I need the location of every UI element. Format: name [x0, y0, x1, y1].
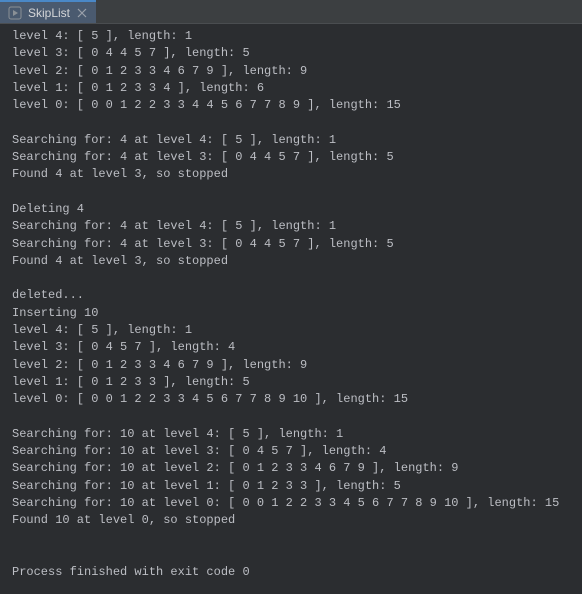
console-line	[12, 114, 570, 131]
run-config-icon	[8, 6, 22, 20]
console-line: Searching for: 10 at level 0: [ 0 0 1 2 …	[12, 495, 570, 512]
console-line: Searching for: 10 at level 2: [ 0 1 2 3 …	[12, 460, 570, 477]
console-line: level 2: [ 0 1 2 3 3 4 6 7 9 ], length: …	[12, 357, 570, 374]
console-line: level 4: [ 5 ], length: 1	[12, 322, 570, 339]
console-line: Inserting 10	[12, 305, 570, 322]
console-line: level 3: [ 0 4 5 7 ], length: 4	[12, 339, 570, 356]
console-line: Searching for: 10 at level 1: [ 0 1 2 3 …	[12, 478, 570, 495]
console-line: Found 4 at level 3, so stopped	[12, 253, 570, 270]
console-line: level 0: [ 0 0 1 2 2 3 3 4 5 6 7 7 8 9 1…	[12, 391, 570, 408]
console-line	[12, 184, 570, 201]
console-line: Searching for: 4 at level 4: [ 5 ], leng…	[12, 132, 570, 149]
console-line	[12, 409, 570, 426]
console-line: Found 10 at level 0, so stopped	[12, 512, 570, 529]
console-line: level 3: [ 0 4 4 5 7 ], length: 5	[12, 45, 570, 62]
tab-bar: SkipList	[0, 0, 582, 24]
console-line: Process finished with exit code 0	[12, 564, 570, 581]
console-line: level 1: [ 0 1 2 3 3 ], length: 5	[12, 374, 570, 391]
console-line: level 1: [ 0 1 2 3 3 4 ], length: 6	[12, 80, 570, 97]
console-output[interactable]: level 4: [ 5 ], length: 1level 3: [ 0 4 …	[0, 24, 582, 594]
console-line: level 0: [ 0 0 1 2 2 3 3 4 4 5 6 7 7 8 9…	[12, 97, 570, 114]
console-line: Deleting 4	[12, 201, 570, 218]
console-line	[12, 547, 570, 564]
console-line: level 2: [ 0 1 2 3 3 4 6 7 9 ], length: …	[12, 63, 570, 80]
console-line: Searching for: 4 at level 4: [ 5 ], leng…	[12, 218, 570, 235]
console-line: Searching for: 10 at level 3: [ 0 4 5 7 …	[12, 443, 570, 460]
close-icon[interactable]	[76, 7, 88, 19]
console-line: Found 4 at level 3, so stopped	[12, 166, 570, 183]
console-line	[12, 530, 570, 547]
console-line: Searching for: 10 at level 4: [ 5 ], len…	[12, 426, 570, 443]
console-line: Searching for: 4 at level 3: [ 0 4 4 5 7…	[12, 236, 570, 253]
console-line	[12, 270, 570, 287]
console-line: Searching for: 4 at level 3: [ 0 4 4 5 7…	[12, 149, 570, 166]
console-line: deleted...	[12, 287, 570, 304]
tab-title: SkipList	[28, 6, 70, 20]
console-line: level 4: [ 5 ], length: 1	[12, 28, 570, 45]
tab-skiplist[interactable]: SkipList	[0, 0, 96, 23]
